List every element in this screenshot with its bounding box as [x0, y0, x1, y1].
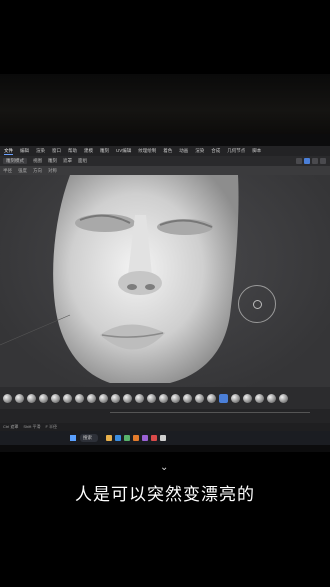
workspace-tab[interactable]: 着色 — [163, 148, 172, 154]
timeline[interactable] — [0, 409, 330, 423]
brush-icon[interactable] — [123, 393, 132, 403]
workspace-tab[interactable]: 建模 — [84, 148, 93, 154]
brush-icon[interactable] — [243, 393, 252, 403]
workspace-tab[interactable]: 渲染 — [195, 148, 204, 154]
brush-icon[interactable] — [171, 393, 180, 403]
3d-viewport[interactable] — [0, 175, 330, 387]
menu-item[interactable]: 编辑 — [20, 148, 29, 154]
material-shading-icon[interactable] — [312, 158, 318, 164]
blender-app-icon[interactable] — [133, 435, 139, 441]
brush-icon[interactable] — [39, 393, 48, 403]
header-menu-mask[interactable]: 遮罩 — [63, 158, 72, 164]
app-icon[interactable] — [124, 435, 130, 441]
brush-icon[interactable] — [3, 393, 12, 403]
brush-icon[interactable] — [27, 393, 36, 403]
monitor: 文件 编辑 渲染 窗口 帮助 建模 雕刻 UV编辑 纹理绘制 着色 动画 渲染 … — [0, 134, 330, 452]
background-room — [0, 74, 330, 196]
workspace-tab[interactable]: UV编辑 — [116, 148, 131, 154]
status-bar: Ctrl 遮罩 Shift 平滑 F 半径 — [0, 423, 330, 431]
app-icon[interactable] — [151, 435, 157, 441]
workspace-tab[interactable]: 纹理绘制 — [138, 148, 156, 154]
header-menu-facesets[interactable]: 面组 — [78, 158, 87, 164]
timeline-ruler — [110, 412, 310, 416]
workspace-tab[interactable]: 脚本 — [252, 148, 261, 154]
brush-icon[interactable] — [111, 393, 120, 403]
brush-icon[interactable] — [75, 393, 84, 403]
file-explorer-icon[interactable] — [106, 435, 112, 441]
brush-icon[interactable] — [279, 393, 288, 403]
brush-icon[interactable] — [183, 393, 192, 403]
brush-icon[interactable] — [135, 393, 144, 403]
brush-icon[interactable] — [99, 393, 108, 403]
video-caption-area: ⌄ 人是可以突然变漂亮的 — [0, 452, 330, 587]
search-box[interactable]: 搜索 — [80, 434, 98, 442]
chevron-down-icon: ⌄ — [160, 462, 169, 473]
brush-icon[interactable] — [15, 393, 24, 403]
radius-setting[interactable]: 半径 — [3, 168, 12, 174]
tool-settings-bar: 半径 强度 方向 对称 — [0, 166, 330, 175]
status-hint: Shift 平滑 — [23, 424, 41, 429]
menu-item[interactable]: 窗口 — [52, 148, 61, 154]
solid-shading-icon[interactable] — [304, 158, 310, 164]
workspace-menubar: 文件 编辑 渲染 窗口 帮助 建模 雕刻 UV编辑 纹理绘制 着色 动画 渲染 … — [0, 146, 330, 156]
workspace-tab[interactable]: 合成 — [211, 148, 220, 154]
brush-icon[interactable] — [267, 393, 276, 403]
brush-icon[interactable] — [231, 393, 240, 403]
header-menu-sculpt[interactable]: 雕刻 — [48, 158, 57, 164]
header-menu-view[interactable]: 视图 — [33, 158, 42, 164]
menu-item[interactable]: 渲染 — [36, 148, 45, 154]
strength-setting[interactable]: 强度 — [18, 168, 27, 174]
browser-icon[interactable] — [115, 435, 121, 441]
selected-brush-icon[interactable] — [219, 393, 228, 403]
blender-window: 文件 编辑 渲染 窗口 帮助 建模 雕刻 UV编辑 纹理绘制 着色 动画 渲染 … — [0, 146, 330, 431]
app-icon[interactable] — [142, 435, 148, 441]
menu-item[interactable]: 帮助 — [68, 148, 77, 154]
app-icon[interactable] — [160, 435, 166, 441]
brush-icon[interactable] — [51, 393, 60, 403]
windows-logo-icon[interactable] — [70, 435, 76, 441]
video-caption: 人是可以突然变漂亮的 — [75, 485, 255, 504]
symmetry-setting[interactable]: 对称 — [48, 168, 57, 174]
direction-setting[interactable]: 方向 — [33, 168, 42, 174]
navigation-gizmo-icon[interactable] — [238, 285, 276, 323]
workspace-tab[interactable]: 雕刻 — [100, 148, 109, 154]
workspace-tab[interactable]: 动画 — [179, 148, 188, 154]
brush-icon[interactable] — [255, 393, 264, 403]
brush-icon[interactable] — [87, 393, 96, 403]
brush-icon[interactable] — [207, 393, 216, 403]
brush-icon[interactable] — [63, 393, 72, 403]
brush-icon[interactable] — [159, 393, 168, 403]
menu-item[interactable]: 文件 — [4, 148, 13, 155]
workspace-tab[interactable]: 几何节点 — [227, 148, 245, 154]
viewport-shading-tools — [294, 156, 326, 166]
brush-icon[interactable] — [147, 393, 156, 403]
windows-taskbar: 搜索 — [0, 431, 330, 445]
render-shading-icon[interactable] — [320, 158, 326, 164]
sculpted-face-mesh — [0, 175, 239, 383]
mode-selector[interactable]: 雕刻模式 — [3, 158, 27, 164]
status-hint: Ctrl 遮罩 — [3, 424, 19, 429]
viewport-header: 雕刻模式 视图 雕刻 遮罩 面组 — [0, 156, 330, 166]
status-hint: F 半径 — [45, 424, 58, 429]
brush-asset-shelf — [0, 387, 330, 409]
overlay-icon[interactable] — [296, 158, 302, 164]
brush-icon[interactable] — [195, 393, 204, 403]
